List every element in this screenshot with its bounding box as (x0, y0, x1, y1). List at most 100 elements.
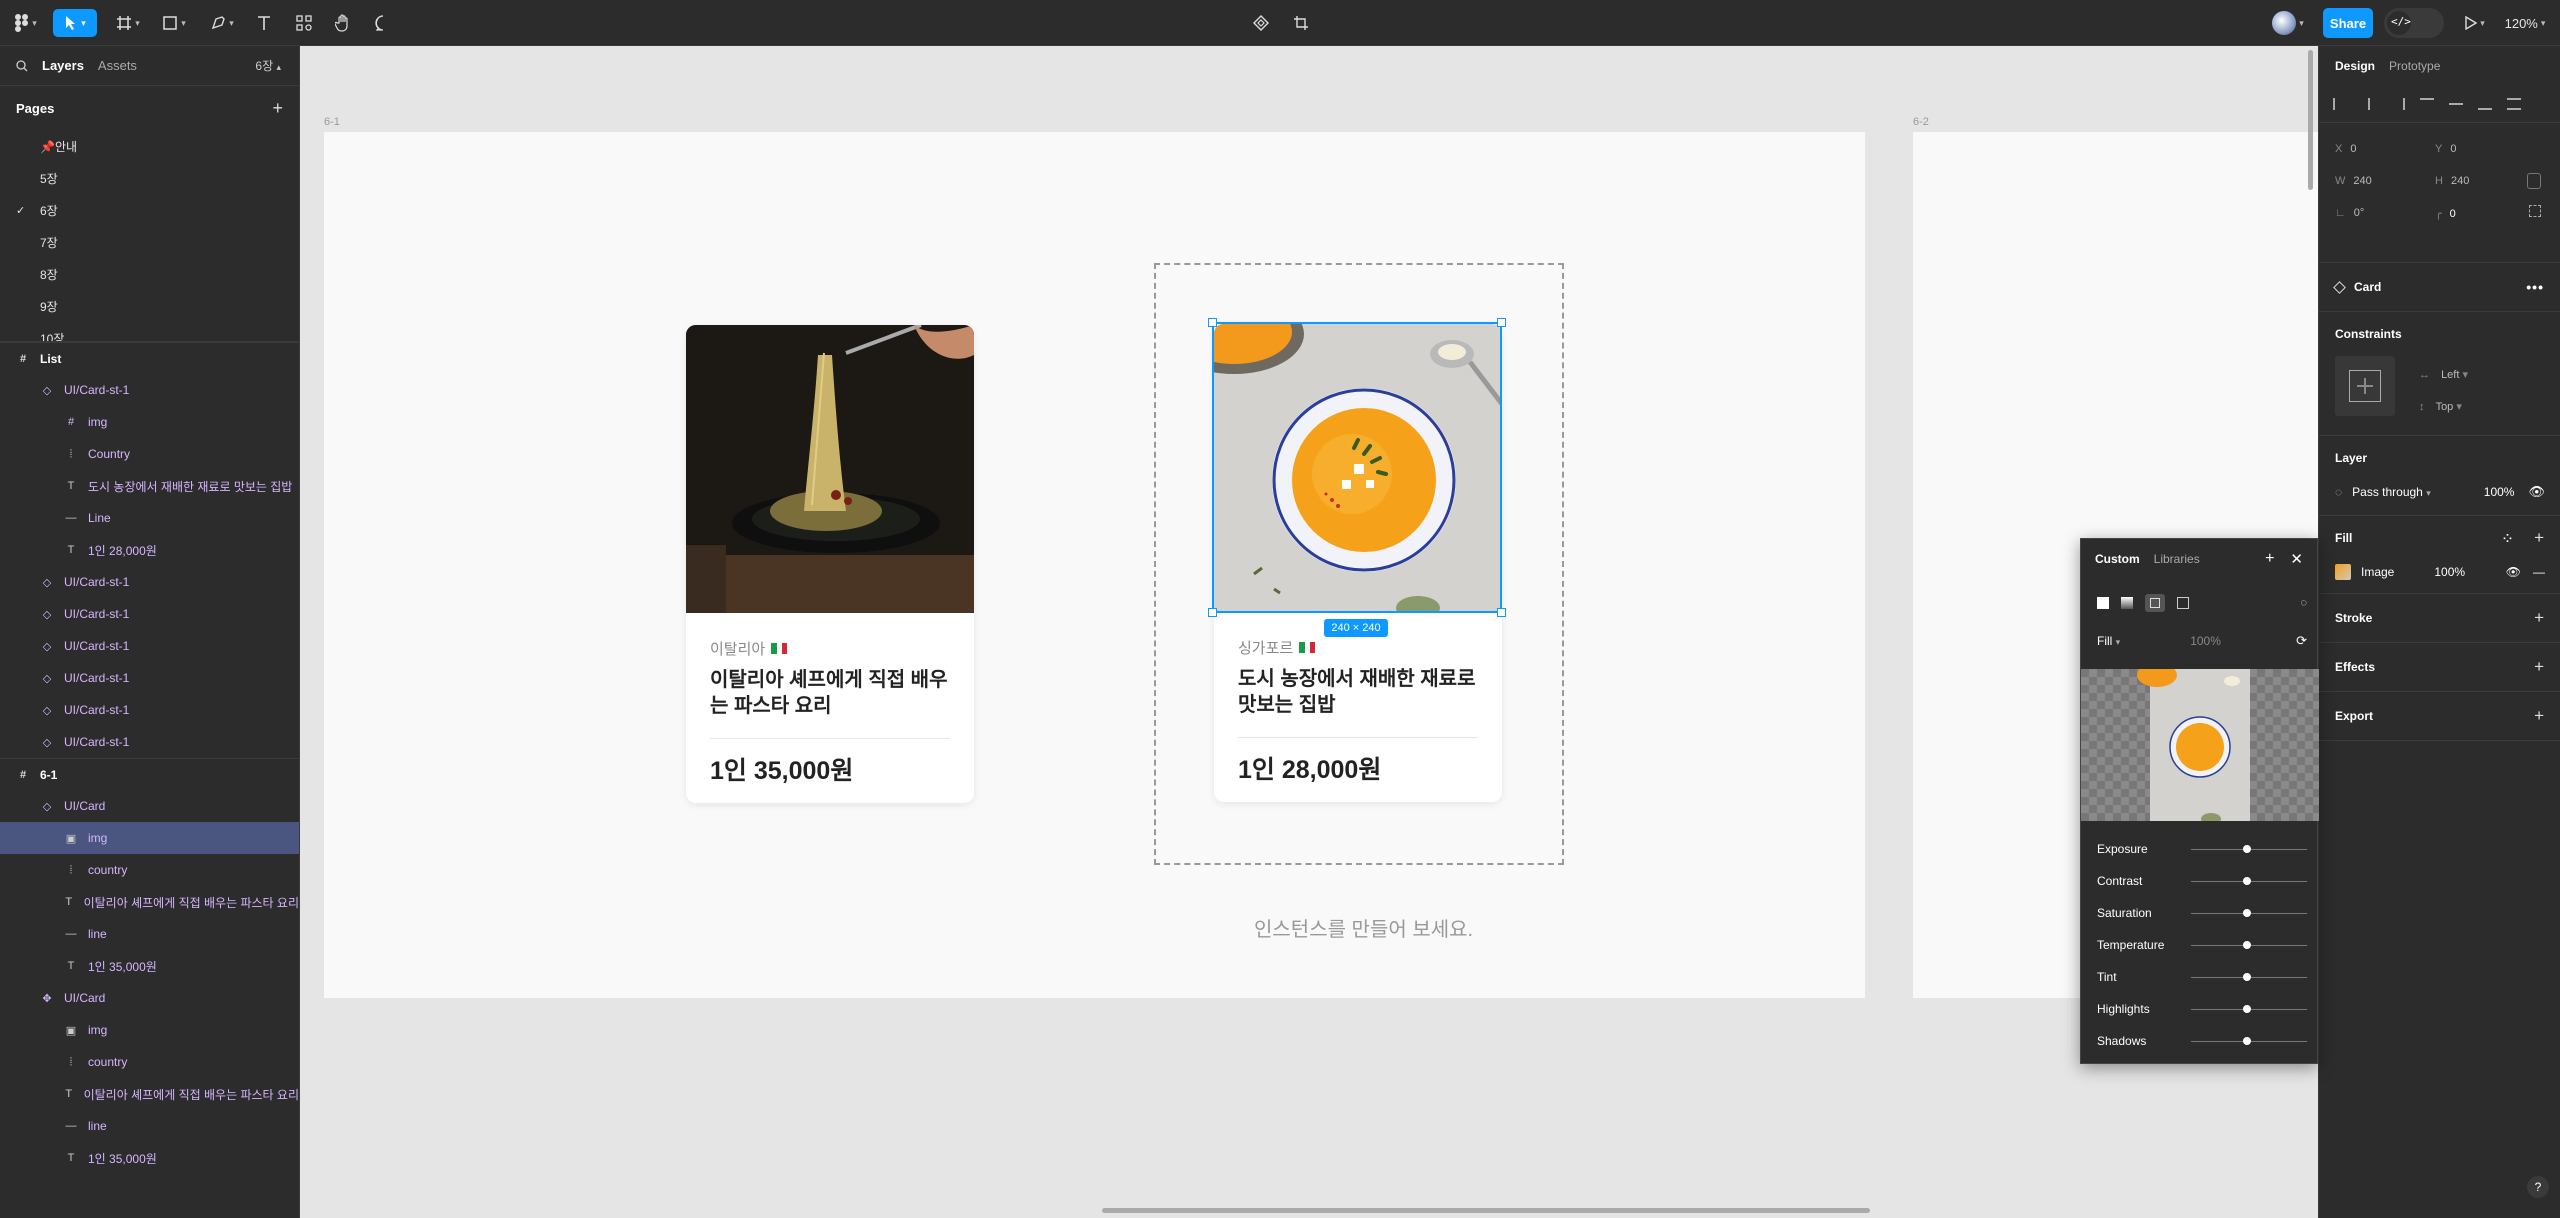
slider-knob[interactable] (2243, 845, 2251, 853)
styles-icon[interactable]: ⁘ (2503, 532, 2512, 545)
page-item[interactable]: ✓ 6장 (0, 194, 299, 226)
image-opacity[interactable]: 100% (2190, 634, 2221, 648)
component-name[interactable]: Card (2354, 280, 2381, 294)
pen-tool-button[interactable]: ▾ (204, 9, 240, 37)
frame-6-1[interactable] (324, 132, 1865, 998)
constrain-proportions-icon[interactable] (2527, 173, 2541, 192)
layer-row[interactable]: ◇ UI/Card (0, 790, 299, 822)
add-page-icon[interactable]: + (272, 98, 283, 119)
adjustment-slider[interactable]: Saturation (2097, 903, 2307, 923)
layer-row[interactable]: T 1인 28,000원 (0, 534, 299, 566)
tab-custom[interactable]: Custom (2095, 552, 2140, 566)
search-icon[interactable] (16, 59, 28, 72)
layer-row[interactable]: ⦙ Country (0, 438, 299, 470)
page-item[interactable]: 📌안내 (0, 130, 299, 162)
page-switcher[interactable]: 6장 ▴ (255, 57, 281, 74)
vertical-constraint-select[interactable]: ↕ Top ▾ (2419, 400, 2462, 413)
present-button[interactable]: ▾ (2460, 9, 2490, 37)
page-item[interactable]: 5장 (0, 162, 299, 194)
eye-icon[interactable]: 👁 (2528, 484, 2545, 500)
rotation-field[interactable]: ∟ 0° (2335, 207, 2364, 219)
add-stroke-icon[interactable]: + (2534, 608, 2544, 628)
comment-tool-button[interactable] (370, 9, 396, 37)
align-top-icon[interactable] (2420, 98, 2434, 110)
distribute-icon[interactable] (2507, 98, 2521, 110)
blend-mode-select[interactable]: Pass through ▾ (2352, 485, 2431, 499)
fill-opacity[interactable]: 100% (2434, 565, 2465, 579)
close-icon[interactable]: ✕ (2290, 550, 2303, 568)
resize-handle-bl[interactable] (1208, 608, 1217, 617)
ui-card-pasta[interactable]: 이탈리아 이탈리아 셰프에게 직접 배우는 파스타 요리 1인 35,000원 (686, 325, 974, 803)
tab-layers[interactable]: Layers (42, 58, 84, 73)
layer-row[interactable]: # img (0, 406, 299, 438)
main-menu-button[interactable]: ▾ (10, 9, 42, 37)
slider-knob[interactable] (2243, 1037, 2251, 1045)
add-style-icon[interactable]: + (2265, 550, 2274, 568)
layer-row[interactable]: ▣ img (0, 1014, 299, 1046)
add-export-icon[interactable]: + (2534, 706, 2544, 726)
layer-row[interactable]: #6-1 (0, 758, 299, 790)
layer-row[interactable]: T 이탈리아 셰프에게 직접 배우는 파스타 요리 (0, 1078, 299, 1110)
frame-label-6-1[interactable]: 6-1 (324, 116, 340, 128)
layer-row[interactable]: ◇ UI/Card-st-1 (0, 694, 299, 726)
layer-row[interactable]: # List (0, 342, 299, 374)
slider-knob[interactable] (2243, 877, 2251, 885)
layer-row[interactable]: — line (0, 1110, 299, 1142)
layer-row[interactable]: — line (0, 918, 299, 950)
adjustment-slider[interactable]: Tint (2097, 967, 2307, 987)
layer-row[interactable]: T 1인 35,000원 (0, 950, 299, 982)
layer-row[interactable]: ◇ UI/Card-st-1 (0, 630, 299, 662)
layer-row[interactable]: ⦙ country (0, 1046, 299, 1078)
layer-row[interactable]: T 이탈리아 셰프에게 직접 배우는 파스타 요리 (0, 886, 299, 918)
layer-row[interactable]: ◇ UI/Card-st-1 (0, 374, 299, 406)
align-bottom-icon[interactable] (2478, 98, 2492, 110)
selection-box[interactable] (1208, 318, 1506, 617)
text-tool-button[interactable] (252, 9, 276, 37)
layer-row[interactable]: ◇ UI/Card-st-1 (0, 726, 299, 758)
share-button[interactable]: Share (2323, 8, 2373, 38)
frame-label-6-2[interactable]: 6-2 (1913, 116, 1929, 128)
page-item[interactable]: 10장 (0, 322, 299, 342)
video-fill-icon[interactable] (2177, 597, 2189, 609)
w-field[interactable]: W 240 (2335, 175, 2372, 187)
page-item[interactable]: 8장 (0, 258, 299, 290)
resize-handle-tl[interactable] (1208, 318, 1217, 327)
h-field[interactable]: H 240 (2435, 175, 2469, 187)
frame-tool-button[interactable]: ▾ (110, 9, 146, 37)
adjustment-slider[interactable]: Temperature (2097, 935, 2307, 955)
tab-design[interactable]: Design (2335, 59, 2375, 73)
image-swatch[interactable] (2335, 564, 2351, 580)
layer-row[interactable]: ▣ img (0, 822, 299, 854)
x-field[interactable]: X0 (2335, 143, 2356, 155)
more-options-icon[interactable]: ••• (2526, 279, 2544, 295)
resize-handle-br[interactable] (1497, 608, 1506, 617)
rotate-image-icon[interactable]: ⟳ (2296, 633, 2307, 649)
layer-row[interactable]: ◇ UI/Card-st-1 (0, 598, 299, 630)
user-avatar-button[interactable]: ▾ (2268, 9, 2308, 37)
y-field[interactable]: Y0 (2435, 143, 2456, 155)
independent-corners-icon[interactable] (2529, 205, 2541, 220)
slider-knob[interactable] (2243, 941, 2251, 949)
align-right-icon[interactable] (2391, 98, 2405, 110)
slider-knob[interactable] (2243, 909, 2251, 917)
corner-radius-field[interactable]: ╭ 0 (2435, 207, 2456, 220)
pasta-image[interactable] (686, 325, 974, 613)
adjustment-slider[interactable]: Exposure (2097, 839, 2307, 859)
image-fill-icon[interactable] (2145, 594, 2165, 612)
layer-opacity-value[interactable]: 100% (2484, 485, 2515, 499)
tab-prototype[interactable]: Prototype (2389, 59, 2440, 73)
adjustment-slider[interactable]: Highlights (2097, 999, 2307, 1019)
layer-row[interactable]: T 1인 35,000원 (0, 1142, 299, 1174)
layer-row[interactable]: ◇ UI/Card-st-1 (0, 566, 299, 598)
add-fill-icon[interactable]: + (2534, 528, 2544, 548)
constraints-widget[interactable] (2335, 356, 2395, 416)
crop-button[interactable] (1288, 9, 1314, 37)
align-center-h-icon[interactable] (2362, 98, 2376, 110)
tab-libraries[interactable]: Libraries (2154, 552, 2200, 566)
fill-mode-select[interactable]: Fill ▾ (2097, 634, 2120, 648)
slider-knob[interactable] (2243, 973, 2251, 981)
move-tool-button[interactable]: ▾ (53, 9, 97, 37)
page-item[interactable]: 9장 (0, 290, 299, 322)
component-actions-button[interactable] (1248, 9, 1274, 37)
slider-knob[interactable] (2243, 1005, 2251, 1013)
